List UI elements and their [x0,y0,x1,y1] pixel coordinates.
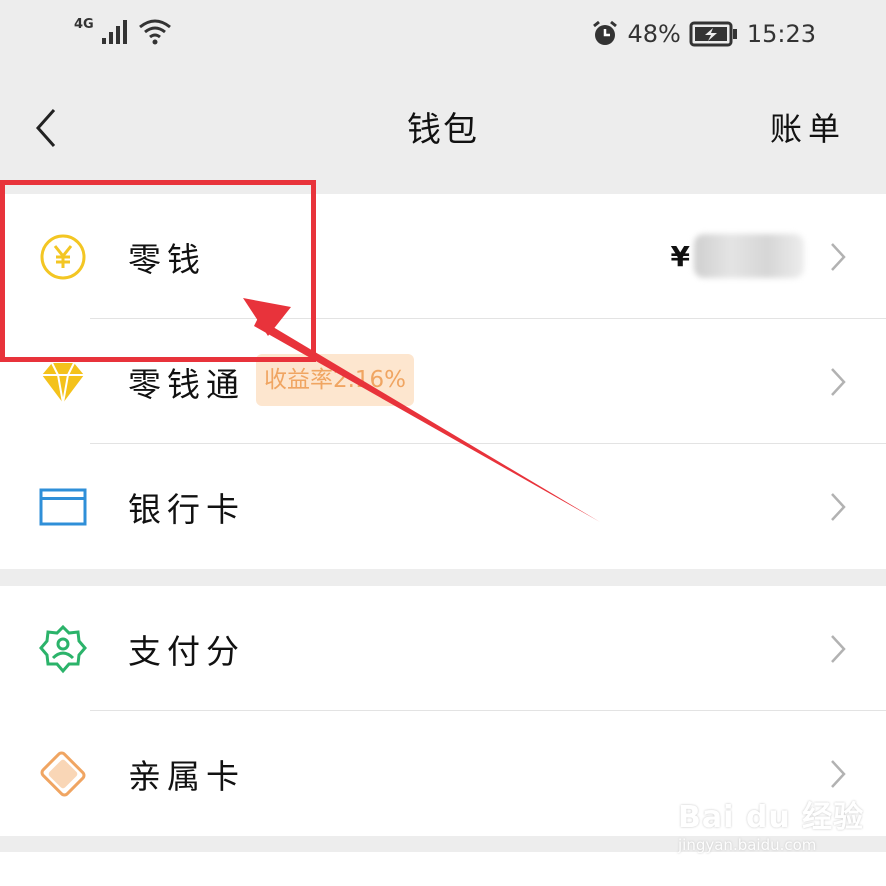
balance-value: ¥ [671,234,804,278]
watermark-url: jingyan.baidu.com [678,836,817,854]
status-bar: 4G 48% 15:23 [0,0,886,72]
chevron-right-icon [831,368,846,396]
diamond-icon [42,362,84,404]
list-item-pay-score[interactable]: 支付分 [0,586,886,711]
battery-percent: 48% [627,20,681,48]
row-label: 支付分 [128,631,245,671]
row-label: 零钱通 [128,364,245,404]
status-right: 48% 15:23 [591,20,816,48]
pay-score-icon [39,624,87,674]
nav-bar: 钱包 账单 [0,72,886,192]
network-type: 4G [74,16,94,32]
currency-symbol: ¥ [670,239,690,273]
watermark-brand: Bai du 经验 [678,800,865,835]
clock: 15:23 [746,20,816,48]
blurred-amount [694,234,804,278]
battery-charging-icon [689,21,737,47]
list-item-bank-card[interactable]: 银行卡 [0,444,886,569]
chevron-right-icon [831,760,846,788]
bank-card-icon [39,488,87,526]
alarm-icon [593,20,618,45]
wallet-group-3 [0,852,886,886]
chevron-right-icon [831,243,846,271]
family-card-icon [40,751,86,797]
wifi-icon [138,19,171,45]
chevron-right-icon [831,635,846,663]
row-label: 亲属卡 [128,756,245,796]
status-left: 4G [74,16,172,46]
chevron-right-icon [831,493,846,521]
row-label: 银行卡 [128,489,245,529]
watermark: Bai du 经验 jingyan.baidu.com [678,792,864,854]
highlight-box [0,180,316,362]
page-title: 钱包 [407,110,479,150]
signal-icon [101,20,127,44]
bill-button[interactable]: 账单 [770,104,846,150]
